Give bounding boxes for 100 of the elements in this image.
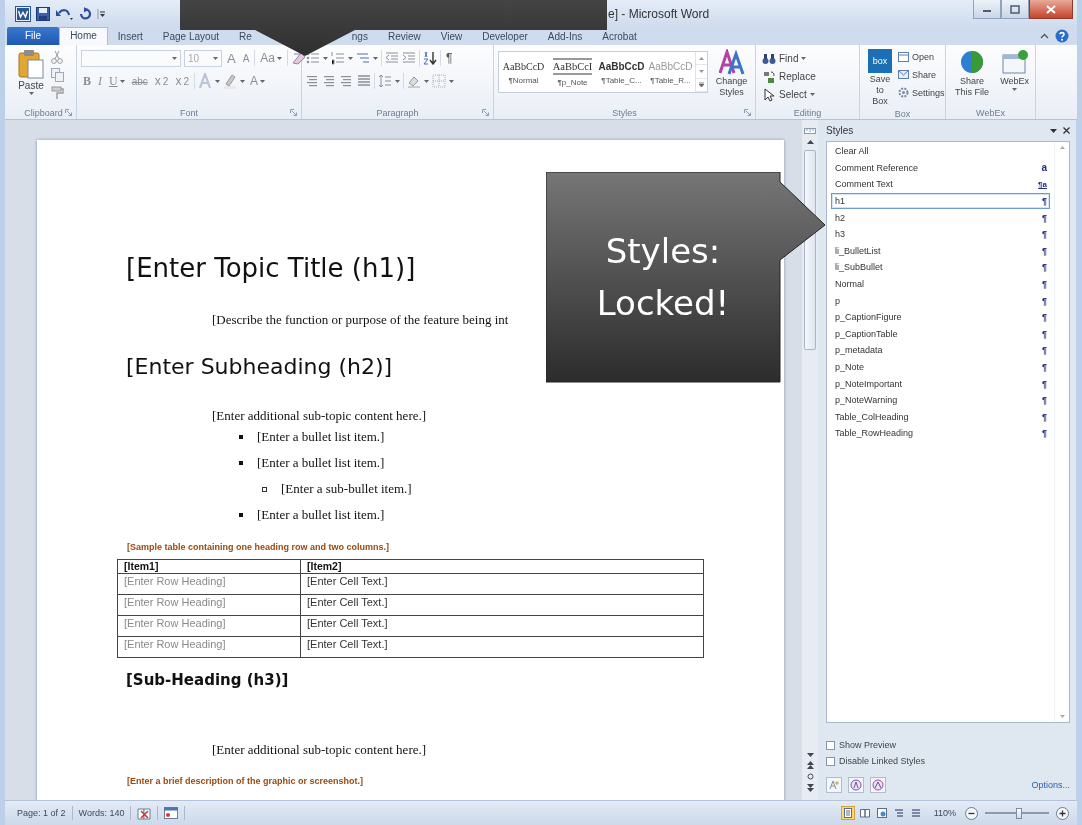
show-formatting-marks-button[interactable]: ¶ — [444, 51, 455, 65]
redo-icon[interactable] — [78, 6, 92, 21]
share-file-button[interactable]: Share This File — [952, 48, 993, 106]
style-row[interactable]: p_metadata ¶ — [831, 342, 1050, 359]
zoom-slider-thumb[interactable] — [1015, 807, 1022, 819]
style-row[interactable]: Table_ColHeading ¶ — [831, 408, 1050, 426]
style-row[interactable]: li_BulletList ¶ — [831, 242, 1050, 260]
dialog-launcher-icon[interactable] — [482, 109, 489, 116]
change-styles-button[interactable]: Change Styles — [712, 48, 751, 106]
word-count[interactable]: Words: 140 — [72, 806, 132, 820]
zoom-level[interactable]: 110% — [933, 808, 956, 818]
style-row[interactable]: p_NoteImportant ¶ — [831, 375, 1050, 392]
next-page-icon[interactable] — [806, 784, 814, 792]
increase-indent-icon[interactable] — [402, 51, 416, 65]
ribbon-tab[interactable]: Add-Ins — [537, 28, 593, 45]
copy-icon[interactable] — [51, 68, 64, 82]
style-gallery-item[interactable]: AaBbCcI ¶p_Note — [548, 52, 597, 92]
zoom-in-icon[interactable] — [1056, 806, 1069, 820]
line-spacing-icon[interactable] — [378, 74, 392, 88]
align-right-icon[interactable] — [340, 74, 354, 88]
checkbox[interactable] — [826, 756, 835, 766]
close-button[interactable] — [1029, 0, 1073, 19]
options-link[interactable]: Options... — [1031, 780, 1070, 790]
ribbon-tab[interactable]: Home — [59, 27, 108, 45]
manage-styles-button[interactable] — [870, 777, 886, 793]
help-icon[interactable] — [1055, 29, 1069, 43]
style-row[interactable]: h1 ¶ — [831, 192, 1050, 210]
ribbon-tab[interactable]: File — [7, 27, 60, 45]
ribbon-tab[interactable]: Page Layout — [152, 28, 229, 45]
minimize-button[interactable] — [973, 0, 1001, 19]
replace-button[interactable]: Replace — [762, 68, 816, 85]
style-row[interactable]: Normal ¶ — [831, 275, 1050, 293]
ribbon-tab[interactable]: Review — [377, 28, 431, 45]
dialog-launcher-icon[interactable] — [290, 109, 297, 116]
highlight-icon[interactable] — [222, 73, 237, 89]
style-gallery-item[interactable]: AaBbCcD ¶Table_R... — [646, 52, 695, 92]
dialog-launcher-icon[interactable] — [65, 109, 72, 116]
ribbon-tab[interactable]: ngs — [341, 28, 378, 45]
numbering-icon[interactable] — [331, 51, 345, 65]
zoom-out-icon[interactable] — [965, 806, 978, 820]
font-name-field[interactable] — [81, 49, 181, 67]
box-open-button[interactable]: Open — [898, 48, 945, 65]
macro-record-icon[interactable] — [164, 807, 179, 819]
style-row[interactable]: Clear All — [831, 143, 1050, 160]
style-row[interactable]: li_SubBullet ¶ — [831, 259, 1050, 276]
decrease-indent-icon[interactable] — [385, 51, 399, 65]
style-gallery-item[interactable]: AaBbCcD ¶Normal — [499, 52, 548, 92]
more-styles-icon[interactable] — [699, 82, 704, 88]
multilevel-list-icon[interactable] — [356, 51, 370, 65]
new-style-button[interactable] — [826, 777, 842, 793]
ribbon-tab[interactable]: Acrobat — [592, 28, 647, 45]
style-gallery-item[interactable]: AaBbCcD ¶Table_C... — [597, 52, 646, 92]
proofing-icon[interactable] — [137, 806, 152, 820]
style-row[interactable]: Comment Text ¶a — [831, 176, 1050, 193]
save-icon[interactable] — [36, 6, 50, 21]
style-row[interactable]: p_NoteWarning ¶ — [831, 391, 1050, 409]
sort-icon[interactable] — [423, 51, 437, 65]
ribbon-tab[interactable]: Developer — [472, 28, 538, 45]
shading-icon[interactable] — [407, 74, 421, 88]
undo-icon[interactable] — [55, 6, 73, 21]
checkbox[interactable] — [826, 740, 835, 750]
paste-button[interactable]: Paste — [15, 48, 47, 106]
webex-button[interactable]: WebEx — [998, 48, 1031, 106]
format-painter-icon[interactable] — [51, 86, 65, 100]
style-row[interactable]: p_Note ¶ — [831, 358, 1050, 376]
style-row[interactable]: p_CaptionFigure ¶ — [831, 308, 1050, 326]
align-left-icon[interactable] — [306, 74, 320, 88]
box-share-button[interactable]: Share — [898, 66, 945, 83]
justify-icon[interactable] — [357, 74, 371, 88]
dropdown-icon[interactable] — [1050, 128, 1057, 133]
view-button[interactable] — [857, 806, 872, 820]
style-row[interactable]: h3 ¶ — [831, 225, 1050, 243]
previous-page-icon[interactable] — [806, 761, 814, 769]
view-button[interactable] — [874, 806, 889, 820]
find-button[interactable]: Find — [762, 50, 816, 67]
style-row[interactable]: p ¶ — [831, 292, 1050, 309]
restore-button[interactable] — [1001, 0, 1029, 19]
style-inspector-button[interactable] — [848, 777, 864, 793]
style-row[interactable]: Table_RowHeading ¶ — [831, 425, 1050, 442]
cut-icon[interactable] — [51, 50, 63, 64]
box-settings-button[interactable]: Settings — [898, 84, 945, 101]
page-count[interactable]: Page: 1 of 2 — [11, 806, 73, 820]
collapse-ribbon-icon[interactable] — [1040, 33, 1049, 39]
close-icon[interactable] — [1063, 127, 1070, 134]
select-button[interactable]: Select — [762, 86, 816, 103]
style-row[interactable]: Comment Reference a — [831, 159, 1050, 177]
browse-object-icon[interactable] — [806, 773, 814, 780]
ribbon-tab[interactable]: Insert — [107, 28, 153, 45]
save-to-box-button[interactable]: box Save to Box — [866, 48, 894, 108]
style-row[interactable]: p_CaptionTable ¶ — [831, 325, 1050, 343]
scroll-down-icon[interactable] — [806, 753, 814, 757]
bullets-icon[interactable] — [306, 51, 320, 65]
align-center-icon[interactable] — [323, 74, 337, 88]
clear-formatting-icon[interactable] — [291, 50, 308, 66]
view-button[interactable] — [840, 806, 855, 820]
style-row[interactable]: h2 ¶ — [831, 209, 1050, 226]
ribbon-tab[interactable]: View — [430, 28, 473, 45]
customize-toolbar-icon[interactable] — [97, 7, 105, 20]
ribbon-tab[interactable]: Re — [229, 28, 262, 45]
dialog-launcher-icon[interactable] — [744, 109, 751, 116]
